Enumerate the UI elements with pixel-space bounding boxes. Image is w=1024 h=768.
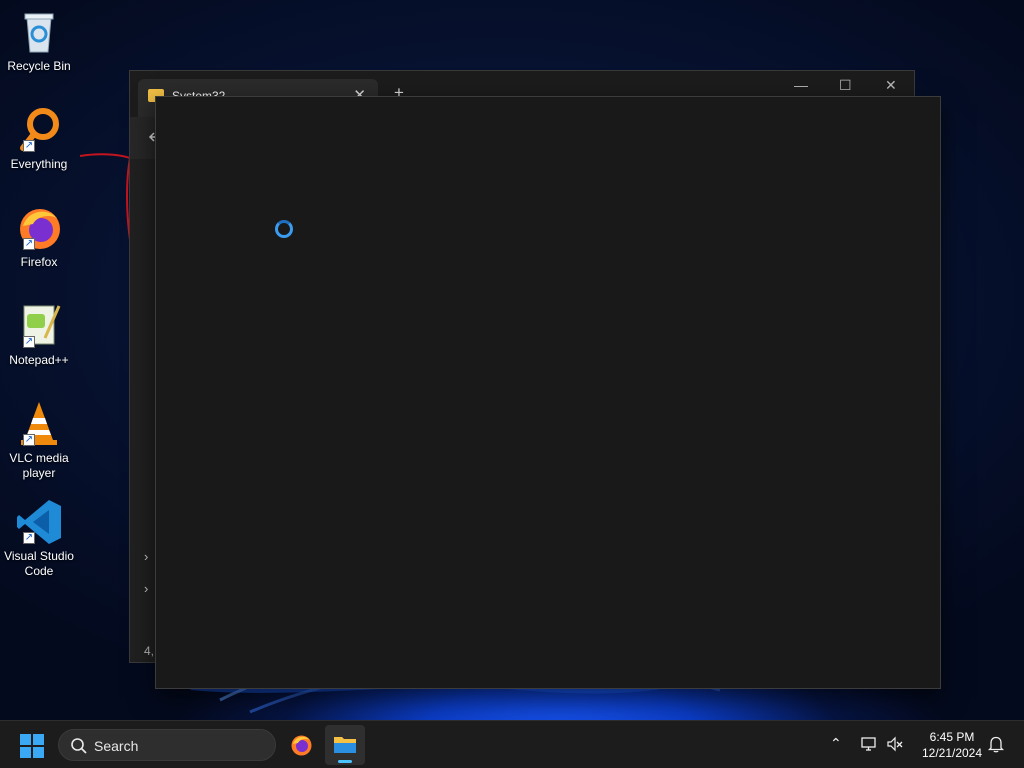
notepadpp-icon: ↗: [15, 302, 63, 350]
search-icon: [71, 738, 87, 754]
active-app-indicator: [338, 760, 352, 763]
network-icon[interactable]: [860, 735, 878, 753]
start-button[interactable]: [20, 734, 44, 758]
desktop-icon-notepadpp[interactable]: ↗ Notepad++: [0, 302, 78, 368]
clock-date: 12/21/2024: [921, 746, 983, 760]
notification-bell-icon[interactable]: [988, 735, 1004, 753]
minimize-button[interactable]: —: [794, 77, 808, 93]
status-bar-text: 4,: [144, 644, 155, 658]
everything-icon: ↗: [15, 106, 63, 154]
search-label: Search: [94, 738, 139, 754]
desktop-icon-recycle-bin[interactable]: Recycle Bin: [0, 8, 78, 74]
show-hidden-icons-button[interactable]: ⌃: [830, 735, 842, 752]
taskbar-app-firefox[interactable]: [281, 725, 321, 765]
taskbar-search-box[interactable]: Search: [58, 729, 276, 761]
clock-time: 6:45 PM: [929, 730, 975, 744]
firefox-icon: ↗: [15, 204, 63, 252]
file-explorer-icon: [334, 737, 356, 753]
shortcut-arrow-icon: ↗: [23, 532, 35, 544]
vscode-icon: ↗: [15, 498, 63, 546]
desktop-icon-label: Notepad++: [9, 353, 69, 367]
close-button[interactable]: ✕: [885, 77, 897, 94]
desktop-icon-vscode[interactable]: ↗ Visual Studio Code: [0, 498, 78, 579]
desktop-icon-everything[interactable]: ↗ Everything: [0, 106, 78, 172]
shortcut-arrow-icon: ↗: [23, 336, 35, 348]
maximize-button[interactable]: ☐: [839, 77, 852, 94]
desktop-icon-label: Firefox: [20, 255, 58, 269]
desktop-icon-label: Recycle Bin: [7, 59, 71, 73]
taskbar-clock[interactable]: 6:45 PM 12/21/2024: [912, 729, 992, 761]
desktop-icon-label: VLC media player: [9, 451, 69, 480]
volume-muted-icon[interactable]: [886, 735, 904, 753]
loading-spinner-icon: [275, 220, 293, 238]
recycle-bin-icon: [15, 8, 63, 56]
shortcut-arrow-icon: ↗: [23, 140, 35, 152]
desktop-icon-label: Visual Studio Code: [4, 549, 74, 578]
navigation-pane: [130, 159, 156, 639]
expand-chevron-icon[interactable]: ›: [144, 581, 148, 596]
loading-window[interactable]: [155, 96, 941, 689]
firefox-icon: [291, 735, 312, 756]
desktop-icon-vlc[interactable]: ↗ VLC media player: [0, 400, 78, 481]
desktop-icon-firefox[interactable]: ↗ Firefox: [0, 204, 78, 270]
desktop-icon-label: Everything: [10, 157, 68, 171]
vlc-icon: ↗: [15, 400, 63, 448]
shortcut-arrow-icon: ↗: [23, 238, 35, 250]
windows-logo-icon: [20, 734, 31, 745]
expand-chevron-icon[interactable]: ›: [144, 549, 148, 564]
taskbar-app-file-explorer[interactable]: [325, 725, 365, 765]
taskbar: Search ⌃ 6:45 PM 12/21/2024: [0, 720, 1024, 768]
shortcut-arrow-icon: ↗: [23, 434, 35, 446]
